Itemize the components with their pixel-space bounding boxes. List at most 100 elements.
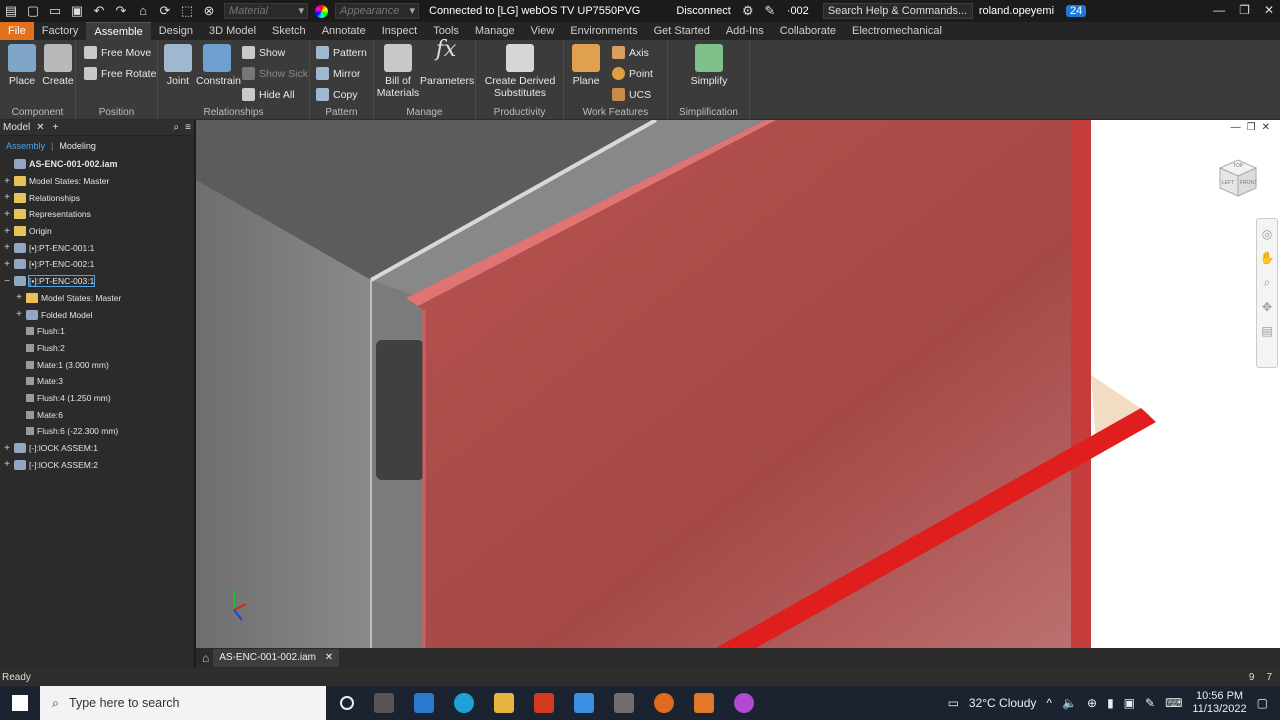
ribbon-tab-assemble[interactable]: Assemble	[86, 22, 151, 40]
viewport-restore-icon[interactable]: ❐	[1247, 122, 1256, 133]
tree-node[interactable]: + [-]:lOCK ASSEM:2	[0, 456, 194, 473]
create-button[interactable]: Create	[42, 44, 74, 87]
notification-center-icon[interactable]: ▢	[1257, 696, 1268, 710]
volume-icon[interactable]: 🔈	[1062, 696, 1077, 710]
collapse-icon[interactable]: −	[2, 276, 12, 287]
help-search-input[interactable]: Search Help & Commands...	[822, 3, 973, 19]
hide-all-button[interactable]: Hide All	[242, 88, 295, 101]
close-browser-icon[interactable]: ✕	[36, 122, 44, 133]
minimize-icon[interactable]: —	[1213, 3, 1225, 17]
close-tab-icon[interactable]: ✕	[325, 652, 333, 663]
notifications-badge[interactable]: 24	[1066, 5, 1087, 17]
inventor-icon[interactable]	[694, 693, 714, 713]
tree-node[interactable]: + [•]:PT-ENC-002:1	[0, 256, 194, 273]
pen-icon[interactable]: ✎	[1145, 696, 1155, 710]
ribbon-tab-electromechanical[interactable]: Electromechanical	[844, 22, 950, 40]
file-explorer-icon[interactable]	[494, 693, 514, 713]
orbit-icon[interactable]: ✥	[1262, 300, 1272, 314]
system-clock[interactable]: 10:56 PM 11/13/2022	[1192, 690, 1246, 716]
pan-icon[interactable]: ✋	[1260, 251, 1275, 265]
search-icon[interactable]: ⌕	[174, 122, 180, 133]
expand-icon[interactable]: +	[2, 259, 12, 270]
manage-panel-title[interactable]: Manage	[374, 107, 475, 118]
calculator-icon[interactable]	[614, 693, 634, 713]
viewport-minimize-icon[interactable]: —	[1231, 122, 1241, 133]
ribbon-tab-design[interactable]: Design	[151, 22, 201, 40]
close-doc-icon[interactable]: ⊗	[201, 3, 217, 19]
settings-gear-icon[interactable]: ⚙	[740, 3, 756, 19]
save-icon[interactable]: ▣	[69, 3, 85, 19]
component-panel-title[interactable]: Component	[0, 107, 75, 118]
view-cube[interactable]: TOP LEFT FRONT	[1216, 156, 1260, 200]
edge-icon[interactable]	[454, 693, 474, 713]
free-move-button[interactable]: Free Move	[84, 46, 151, 59]
select-icon[interactable]: ⬚	[179, 3, 195, 19]
tree-node[interactable]: Mate:3	[0, 373, 194, 390]
tree-node[interactable]: − [•]:PT-ENC-003:1	[0, 273, 194, 290]
redo-icon[interactable]: ↷	[113, 3, 129, 19]
tray-overflow-icon[interactable]: ^	[1046, 696, 1052, 710]
home-tab-icon[interactable]: ⌂	[202, 651, 209, 665]
battery-icon[interactable]: ▮	[1107, 696, 1114, 710]
modeling-mode-tab[interactable]: Modeling	[59, 141, 96, 151]
position-panel-title[interactable]: Position	[76, 107, 157, 118]
expand-icon[interactable]: +	[2, 443, 12, 454]
start-windows-icon[interactable]	[12, 695, 28, 711]
tree-node[interactable]: + Representations	[0, 206, 194, 223]
viewport-close-icon[interactable]: ✕	[1262, 122, 1270, 133]
view-cube-front[interactable]: FRONT	[1240, 180, 1257, 186]
tree-node[interactable]: + Relationships	[0, 189, 194, 206]
tree-node[interactable]: + Model States: Master	[0, 290, 194, 307]
display-icon[interactable]: ▣	[1124, 696, 1135, 710]
weather-text[interactable]: 32°C Cloudy	[969, 696, 1037, 710]
media-player-icon[interactable]	[654, 693, 674, 713]
ribbon-tab-view[interactable]: View	[523, 22, 563, 40]
store-icon[interactable]	[414, 693, 434, 713]
create-derived-substitutes-button[interactable]: Create Derived Substitutes	[482, 44, 558, 99]
expand-icon[interactable]: +	[2, 192, 12, 203]
ribbon-tab-get-started[interactable]: Get Started	[646, 22, 718, 40]
ribbon-tab-3d-model[interactable]: 3D Model	[201, 22, 264, 40]
maximize-icon[interactable]: ❐	[1239, 3, 1250, 17]
tree-node[interactable]: + Origin	[0, 223, 194, 240]
tree-node[interactable]: Mate:6	[0, 406, 194, 423]
pin-icon[interactable]: ✎	[762, 3, 778, 19]
simplification-panel-title[interactable]: Simplification	[668, 107, 749, 118]
simplify-button[interactable]: Simplify	[680, 44, 738, 87]
hamburger-menu-icon[interactable]: ≡	[185, 122, 191, 133]
mail-icon[interactable]	[574, 693, 594, 713]
relationships-panel-title[interactable]: Relationships	[158, 107, 309, 118]
network-icon[interactable]: ⊕	[1087, 696, 1097, 710]
axis-button[interactable]: Axis	[612, 46, 649, 59]
parameters-button[interactable]: fx Parameters	[420, 39, 474, 88]
view-cube-top[interactable]: TOP	[1233, 163, 1243, 169]
expand-icon[interactable]: +	[2, 176, 12, 187]
task-view-icon[interactable]	[374, 693, 394, 713]
free-rotate-button[interactable]: Free Rotate	[84, 67, 156, 80]
plane-button[interactable]: Plane	[568, 44, 604, 87]
expand-icon[interactable]: +	[2, 242, 12, 253]
tree-node[interactable]: AS-ENC-001-002.iam	[0, 156, 194, 173]
ribbon-tab-manage[interactable]: Manage	[467, 22, 523, 40]
tree-node[interactable]: Mate:1 (3.000 mm)	[0, 356, 194, 373]
home-icon[interactable]: ⌂	[135, 3, 151, 19]
material-dropdown[interactable]: Material	[224, 3, 308, 19]
zoom-icon[interactable]: ⌕	[1264, 275, 1271, 290]
tree-node[interactable]: Flush:2	[0, 340, 194, 357]
tree-node[interactable]: Flush:4 (1.250 mm)	[0, 390, 194, 407]
ucs-button[interactable]: UCS	[612, 88, 651, 101]
screen-recorder-icon[interactable]	[734, 693, 754, 713]
ribbon-tab-environments[interactable]: Environments	[562, 22, 645, 40]
bill-of-materials-button[interactable]: Bill of Materials	[376, 44, 420, 99]
ribbon-tab-sketch[interactable]: Sketch	[264, 22, 314, 40]
keyboard-icon[interactable]: ⌨	[1165, 696, 1182, 710]
ribbon-tab-collaborate[interactable]: Collaborate	[772, 22, 844, 40]
open-folder-icon[interactable]: ▭	[47, 3, 63, 19]
color-wheel-icon[interactable]	[315, 4, 328, 18]
expand-icon[interactable]: +	[14, 309, 24, 320]
user-account[interactable]: roland.opeyemi	[979, 5, 1054, 17]
ribbon-tab-file[interactable]: File	[0, 22, 34, 40]
place-button[interactable]: Place	[6, 44, 38, 87]
close-icon[interactable]: ✕	[1264, 3, 1274, 17]
point-button[interactable]: Point	[612, 67, 653, 80]
